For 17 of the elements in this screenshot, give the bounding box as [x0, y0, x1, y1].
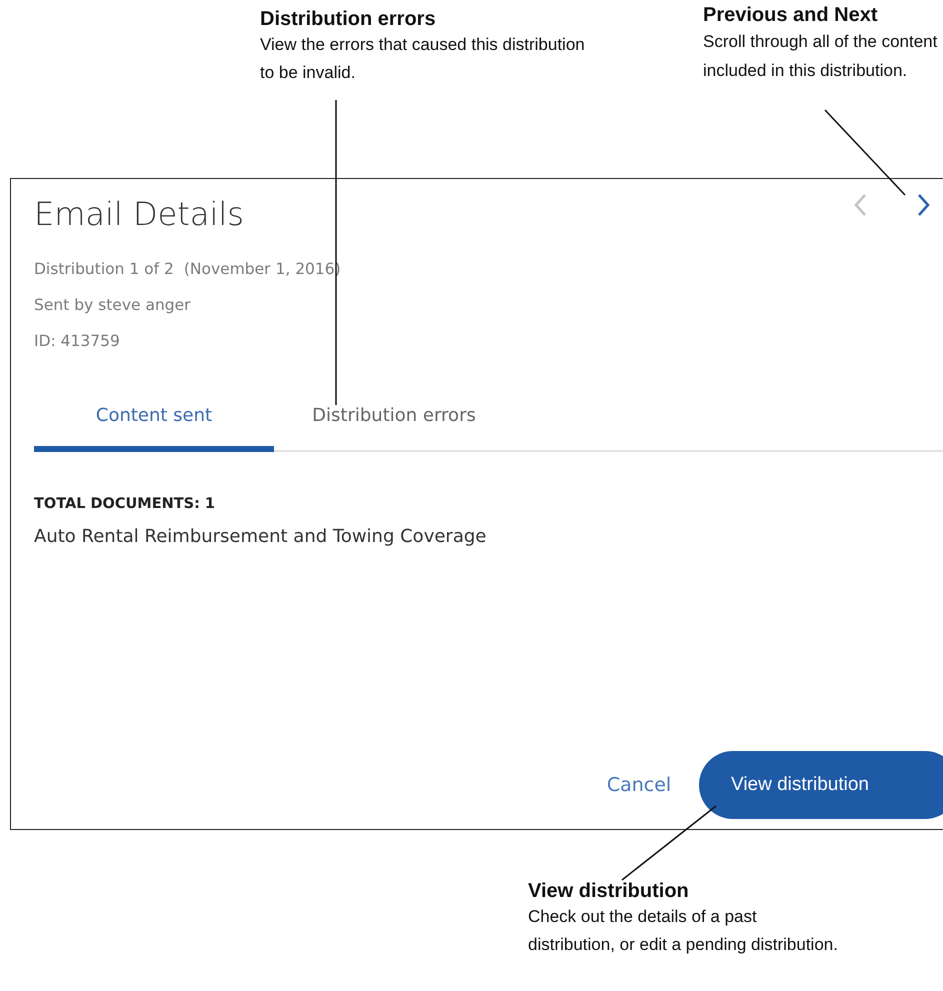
document-title: Auto Rental Reimbursement and Towing Coverage [34, 526, 488, 547]
distribution-id: ID: 413759 [34, 331, 121, 352]
tab[interactable]: Distribution errors [274, 393, 514, 452]
view-distribution-button[interactable]: View distribution [699, 751, 943, 819]
documents-heading: TOTAL DOCUMENTS: 1 [34, 496, 216, 512]
distribution-count: Distribution 1 of 2 [34, 260, 174, 278]
dialog-title: Email Details [34, 195, 244, 233]
next-icon[interactable] [917, 193, 931, 217]
callout-text: Scroll through all of the content included in this distribution. [703, 31, 938, 82]
callout-title: View distribution [528, 880, 690, 903]
callout-title: Previous and Next [703, 4, 879, 27]
cancel-button[interactable]: Cancel [579, 774, 699, 796]
tab[interactable]: Content sent [34, 393, 274, 452]
callout-text: Check out the details of a past distribution, or edit a pending distribution. [528, 906, 838, 956]
callout-title: Distribution errors [260, 8, 437, 31]
sent-by: Sent by steve anger [34, 295, 192, 316]
callout-text: View the errors that caused this distribution to be invalid. [260, 34, 586, 84]
